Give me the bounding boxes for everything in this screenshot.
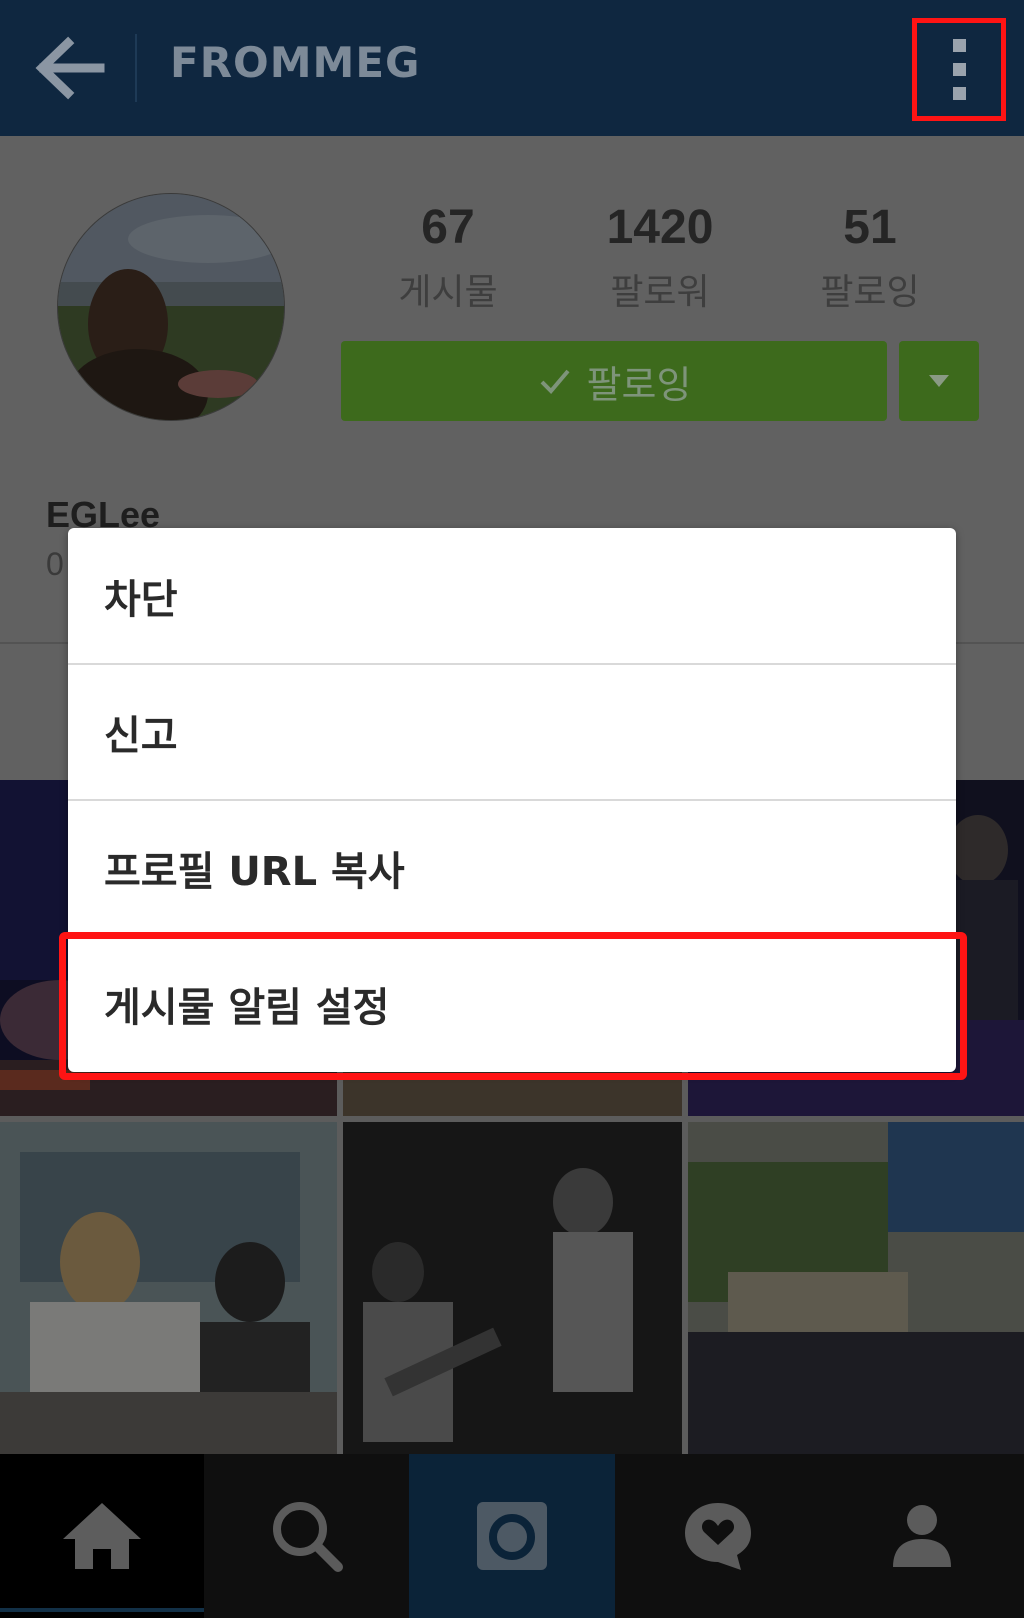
nav-activity[interactable]	[615, 1454, 820, 1618]
following-button-label: 팔로잉	[586, 362, 692, 407]
bottom-navigation	[0, 1454, 1024, 1618]
avatar[interactable]	[57, 193, 285, 421]
topbar-divider	[135, 34, 137, 102]
suggestions-dropdown-button[interactable]	[899, 341, 979, 421]
bio-text: 0	[46, 546, 64, 582]
photo-thumbnail[interactable]	[343, 1122, 682, 1454]
nav-camera[interactable]	[409, 1454, 615, 1618]
more-options-button[interactable]	[912, 18, 1006, 121]
photo-thumbnail[interactable]	[0, 1122, 337, 1454]
following-count: 51	[843, 201, 897, 254]
posts-count: 67	[421, 201, 475, 254]
menu-item-copy-profile-url[interactable]: 프로필 URL 복사	[68, 800, 956, 936]
home-icon	[63, 1503, 141, 1569]
menu-item-report[interactable]: 신고	[68, 664, 956, 800]
page-title: FROMMEG	[170, 38, 421, 87]
posts-label: 게시물	[398, 272, 498, 314]
following-button[interactable]: 팔로잉	[341, 341, 887, 421]
stat-followers[interactable]: 1420 팔로워	[565, 200, 755, 315]
profile-icon	[893, 1505, 951, 1567]
nav-search[interactable]	[204, 1454, 409, 1618]
menu-item-label: 차단	[104, 577, 178, 623]
chevron-down-icon	[929, 375, 949, 387]
followers-label: 팔로워	[610, 272, 710, 314]
menu-item-block[interactable]: 차단	[68, 528, 956, 664]
nav-profile[interactable]	[820, 1454, 1024, 1618]
camera-icon	[477, 1502, 547, 1570]
followers-count: 1420	[606, 201, 714, 254]
highlight-box	[59, 932, 967, 1080]
following-label: 팔로잉	[820, 272, 920, 314]
checkmark-icon	[540, 369, 570, 394]
search-icon	[272, 1502, 343, 1572]
top-bar: FROMMEG	[0, 0, 1024, 136]
stat-posts[interactable]: 67 게시물	[353, 200, 543, 315]
heart-bubble-icon	[684, 1503, 751, 1570]
stat-following[interactable]: 51 팔로잉	[775, 200, 965, 315]
more-vertical-icon	[952, 39, 966, 52]
menu-item-label: 프로필 URL 복사	[104, 849, 405, 895]
menu-item-label: 신고	[104, 713, 178, 759]
nav-home[interactable]	[0, 1454, 204, 1618]
photo-thumbnail[interactable]	[688, 1122, 1024, 1454]
back-arrow-icon[interactable]	[30, 30, 110, 106]
options-menu: 차단 신고 프로필 URL 복사 게시물 알림 설정	[59, 528, 967, 1080]
